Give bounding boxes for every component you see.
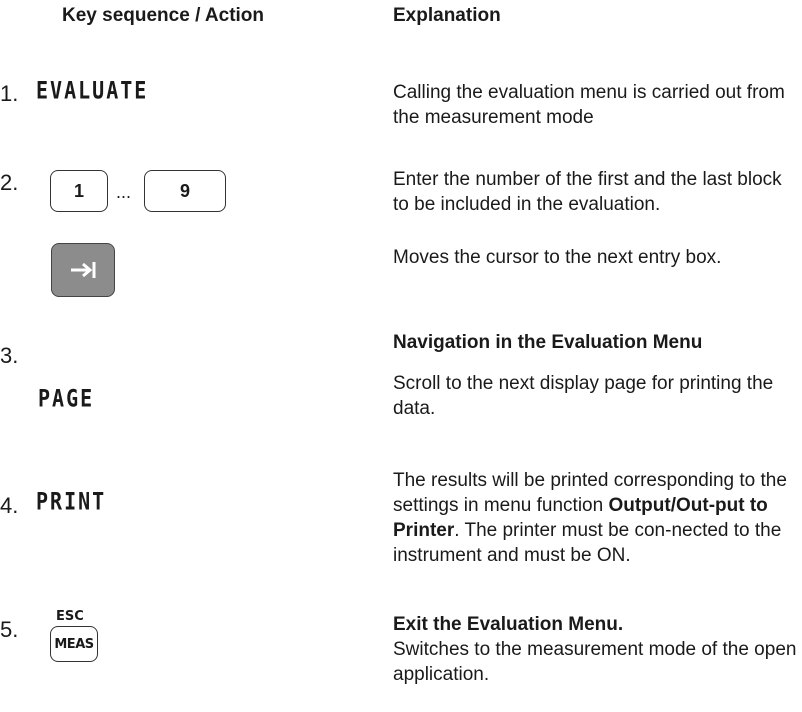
page-softkey[interactable]: PAGE — [38, 384, 94, 412]
esc-label: ESC — [56, 609, 84, 624]
key-sequence-header: Key sequence / Action — [62, 5, 265, 26]
print-softkey[interactable]: PRINT — [36, 487, 106, 515]
step-5-number: 5. — [0, 617, 19, 642]
range-ellipsis: ... — [116, 182, 132, 202]
key-9-button[interactable]: 9 — [144, 170, 226, 212]
evaluate-softkey[interactable]: EVALUATE — [36, 76, 148, 104]
tab-arrow-icon — [71, 262, 96, 278]
explanation-header: Explanation — [393, 5, 501, 26]
exit-menu-heading: Exit the Evaluation Menu. — [393, 614, 624, 635]
meas-key-button[interactable]: MEAS — [50, 626, 98, 662]
step-4-explanation: The results will be printed correspondin… — [393, 468, 802, 568]
meas-key-label: MEAS — [54, 636, 94, 652]
navigation-heading: Navigation in the Evaluation Menu — [393, 332, 703, 353]
key-1-label: 1 — [73, 180, 84, 201]
step-1-explanation: Calling the evaluation menu is carried o… — [393, 82, 785, 128]
tab-key-button[interactable] — [51, 243, 115, 297]
step-3-explanation: Scroll to the next display page for prin… — [393, 373, 774, 419]
step-2-number: 2. — [0, 170, 19, 195]
tab-key-explanation: Moves the cursor to the next entry box. — [393, 247, 722, 268]
step-4-number: 4. — [0, 493, 19, 518]
step-3-number: 3. — [0, 343, 19, 368]
step-1-number: 1. — [0, 81, 19, 106]
key-9-label: 9 — [179, 180, 190, 201]
step-5-explanation: Switches to the measurement mode of the … — [393, 639, 797, 685]
key-1-button[interactable]: 1 — [50, 170, 108, 212]
step-2-explanation: Enter the number of the first and the la… — [393, 169, 782, 215]
